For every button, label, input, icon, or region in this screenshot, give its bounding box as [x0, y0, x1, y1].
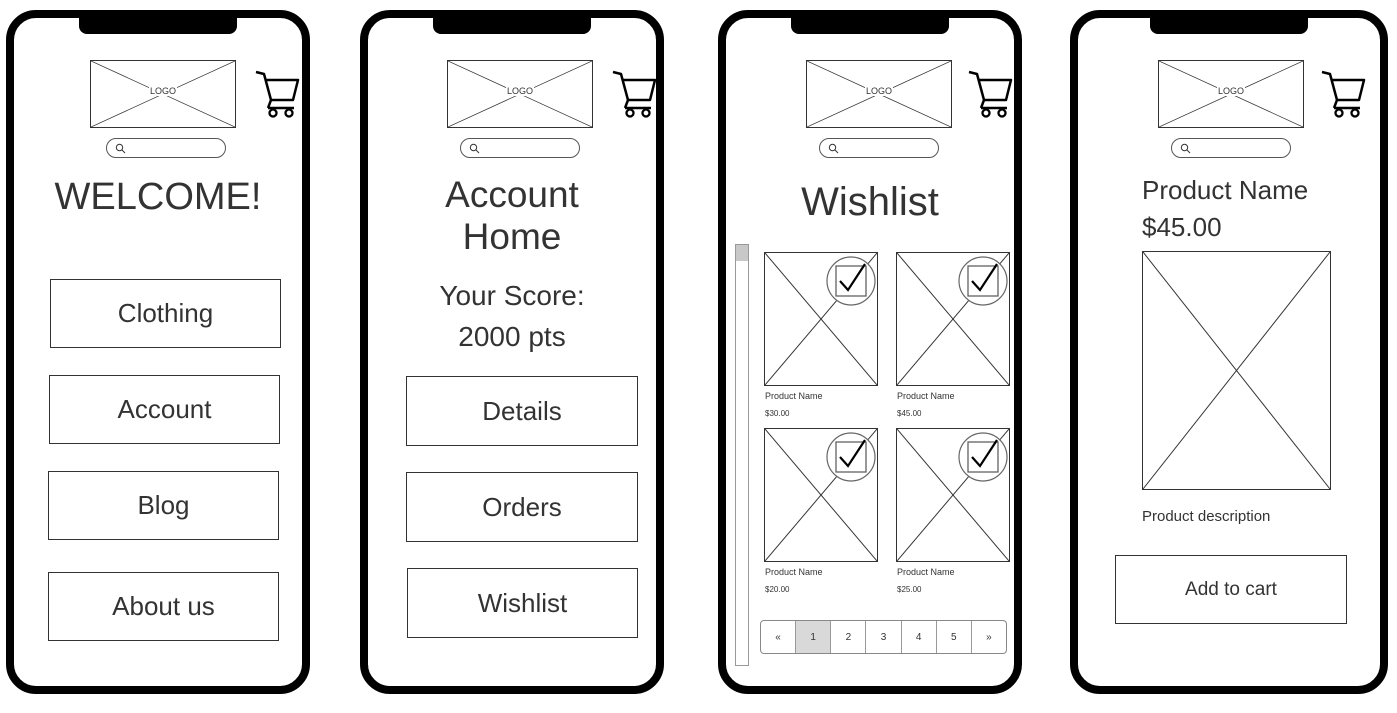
- pagination-page-1[interactable]: 1: [796, 621, 832, 653]
- page-title-line-2: Home: [462, 216, 562, 257]
- search-input[interactable]: [460, 138, 580, 158]
- wishlist-screen: LOGO Wishlist Product Name $30.00 Produc…: [718, 10, 1022, 694]
- account-home-screen: LOGO Account Home Your Score: 2000 pts D…: [360, 10, 664, 694]
- wishlist-button[interactable]: Wishlist: [407, 568, 638, 638]
- wishlist-item-price: $25.00: [897, 585, 922, 594]
- logo-text: LOGO: [505, 86, 534, 96]
- pagination-next-button[interactable]: »: [972, 621, 1006, 653]
- wishlist-item-name: Product Name: [765, 567, 823, 577]
- wishlist-item-image[interactable]: [764, 252, 878, 386]
- pagination: « 1 2 3 4 5 »: [760, 620, 1007, 654]
- score-label: Your Score:: [439, 280, 585, 311]
- wishlist-item-price: $30.00: [765, 409, 790, 418]
- scrollbar[interactable]: [735, 244, 749, 666]
- search-icon: [115, 143, 126, 154]
- cart-icon[interactable]: [609, 68, 659, 120]
- search-icon: [1180, 143, 1191, 154]
- checked-checkbox-icon[interactable]: [957, 431, 1009, 483]
- pagination-page-5[interactable]: 5: [937, 621, 972, 653]
- wishlist-item-price: $20.00: [765, 585, 790, 594]
- phone-notch: [433, 16, 591, 34]
- wishlist-item-image[interactable]: [896, 252, 1010, 386]
- logo-text: LOGO: [1216, 86, 1245, 96]
- search-icon: [828, 143, 839, 154]
- wishlist-item-image[interactable]: [896, 428, 1010, 562]
- cart-icon[interactable]: [965, 68, 1015, 120]
- product-name: Product Name: [1142, 175, 1309, 205]
- wishlist-item-name: Product Name: [897, 567, 955, 577]
- page-title: WELCOME!: [54, 176, 262, 218]
- checked-checkbox-icon[interactable]: [957, 255, 1009, 307]
- product-description: Product description: [1142, 508, 1271, 525]
- orders-button[interactable]: Orders: [406, 472, 638, 542]
- product-screen: LOGO Product Name $45.00 Product descrip…: [1070, 10, 1388, 694]
- phone-notch: [791, 16, 949, 34]
- search-input[interactable]: [819, 138, 939, 158]
- pagination-page-3[interactable]: 3: [866, 621, 902, 653]
- logo-placeholder[interactable]: LOGO: [1158, 60, 1304, 128]
- scrollbar-thumb[interactable]: [736, 245, 748, 261]
- cart-icon[interactable]: [252, 68, 302, 120]
- product-image[interactable]: [1142, 251, 1331, 490]
- logo-placeholder[interactable]: LOGO: [447, 60, 593, 128]
- pagination-page-4[interactable]: 4: [902, 621, 937, 653]
- checked-checkbox-icon[interactable]: [825, 431, 877, 483]
- logo-placeholder[interactable]: LOGO: [90, 60, 236, 128]
- account-button[interactable]: Account: [49, 375, 280, 444]
- wishlist-item-image[interactable]: [764, 428, 878, 562]
- clothing-button[interactable]: Clothing: [50, 279, 281, 348]
- welcome-screen: LOGO WELCOME! Clothing Account Blog Abou…: [6, 10, 310, 694]
- logo-text: LOGO: [148, 86, 177, 96]
- phone-notch: [79, 16, 237, 34]
- score-value: 2000 pts: [458, 321, 566, 352]
- about-us-button[interactable]: About us: [48, 572, 279, 641]
- add-to-cart-button[interactable]: Add to cart: [1115, 555, 1347, 624]
- logo-placeholder[interactable]: LOGO: [806, 60, 952, 128]
- product-price: $45.00: [1142, 212, 1222, 242]
- blog-button[interactable]: Blog: [48, 471, 279, 540]
- pagination-page-2[interactable]: 2: [831, 621, 867, 653]
- search-input[interactable]: [106, 138, 226, 158]
- pagination-prev-button[interactable]: «: [761, 621, 797, 653]
- search-icon: [469, 143, 480, 154]
- wishlist-item-name: Product Name: [765, 391, 823, 401]
- phone-notch: [1150, 16, 1308, 34]
- logo-text: LOGO: [864, 86, 893, 96]
- page-title-line-1: Account: [445, 174, 579, 215]
- wishlist-item-price: $45.00: [897, 409, 922, 418]
- search-input[interactable]: [1171, 138, 1291, 158]
- wishlist-item-name: Product Name: [897, 391, 955, 401]
- details-button[interactable]: Details: [406, 376, 638, 446]
- checked-checkbox-icon[interactable]: [825, 255, 877, 307]
- page-title: Wishlist: [801, 180, 939, 224]
- cart-icon[interactable]: [1318, 68, 1368, 120]
